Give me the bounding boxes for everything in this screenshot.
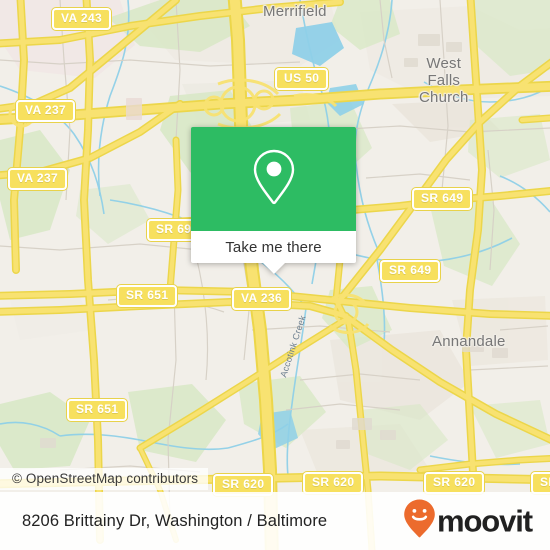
shield-sr-649-a[interactable]: SR 649 xyxy=(412,188,473,210)
shield-sr-620-b[interactable]: SR 620 xyxy=(303,472,364,494)
map-canvas[interactable]: Merrifield West Falls Church Annandale A… xyxy=(0,0,550,550)
shield-va-237-b[interactable]: VA 237 xyxy=(8,168,68,190)
card-header xyxy=(191,127,356,231)
moovit-wordmark: moovit xyxy=(436,503,533,539)
osm-attribution[interactable]: © OpenStreetMap contributors xyxy=(0,468,209,490)
moovit-smile-pin-icon xyxy=(403,499,436,544)
shield-sr-620-c[interactable]: SR 620 xyxy=(424,472,485,494)
shield-va-243[interactable]: VA 243 xyxy=(52,8,112,30)
shield-sr-620-d[interactable]: SR 6 xyxy=(531,472,550,494)
take-me-there-card[interactable]: Take me there xyxy=(191,127,356,274)
card-footer[interactable]: Take me there xyxy=(191,231,356,263)
take-me-there-label: Take me there xyxy=(225,238,322,256)
shield-va-236[interactable]: VA 236 xyxy=(232,288,292,310)
card-pointer xyxy=(262,263,285,274)
map-pin-icon xyxy=(251,148,297,211)
shield-us-50[interactable]: US 50 xyxy=(275,68,329,90)
address-title: 8206 Brittainy Dr, Washington / Baltimor… xyxy=(22,511,328,530)
footer-bar: 8206 Brittainy Dr, Washington / Baltimor… xyxy=(0,492,550,550)
shield-sr-651-a[interactable]: SR 651 xyxy=(117,285,178,307)
shield-sr-649-b[interactable]: SR 649 xyxy=(380,260,441,282)
shield-va-237-a[interactable]: VA 237 xyxy=(16,100,76,122)
shield-sr-651-b[interactable]: SR 651 xyxy=(67,399,128,421)
moovit-logo[interactable]: moovit xyxy=(403,499,533,544)
map-screen: Merrifield West Falls Church Annandale A… xyxy=(0,0,550,550)
